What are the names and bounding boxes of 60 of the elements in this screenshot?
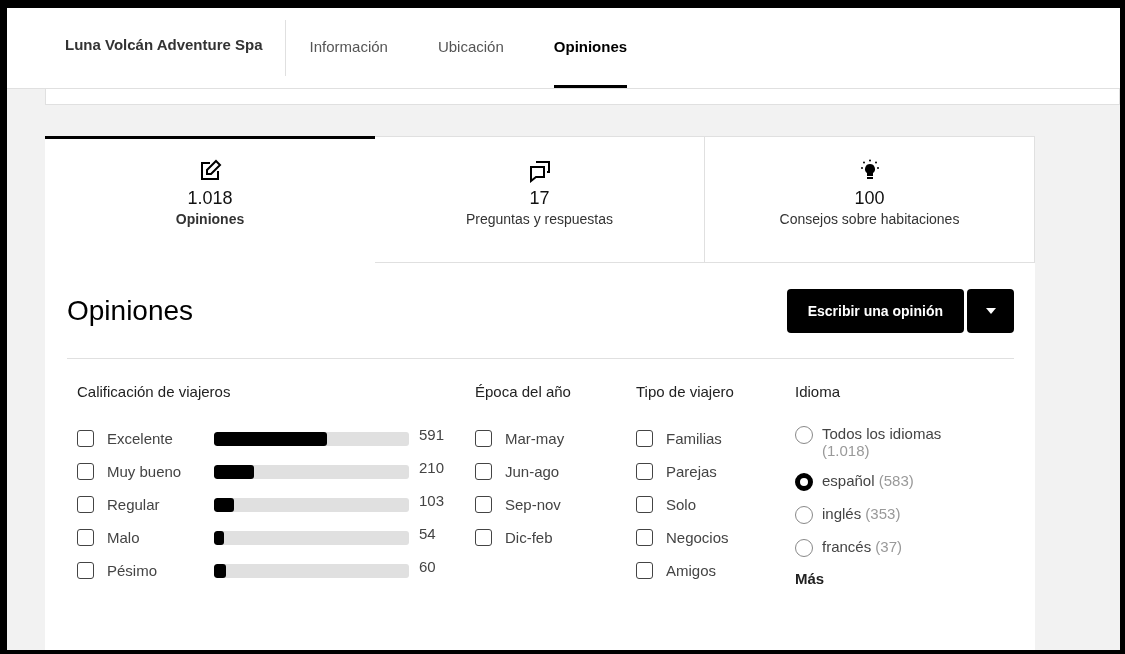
option-label: Familias: [666, 430, 722, 447]
tab-count: 1.018: [187, 188, 233, 209]
summary-tab[interactable]: 100 Consejos sobre habitaciones: [705, 136, 1035, 263]
option-label: Malo: [107, 529, 141, 546]
tab-label: Consejos sobre habitaciones: [779, 211, 960, 227]
checkbox[interactable]: [636, 529, 653, 546]
option-label: Muy bueno: [107, 463, 183, 480]
option-label: Dic-feb: [505, 529, 553, 546]
checkbox[interactable]: [77, 496, 94, 513]
checkbox[interactable]: [475, 529, 492, 546]
checkbox[interactable]: [636, 430, 653, 447]
nav-tab[interactable]: Ubicación: [437, 8, 504, 88]
checkbox[interactable]: [636, 496, 653, 513]
checkbox[interactable]: [77, 430, 94, 447]
option-label: Sep-nov: [505, 496, 561, 513]
option-label: inglés (353): [822, 505, 902, 522]
edit-icon: [198, 159, 222, 183]
tab-count: 17: [529, 188, 550, 209]
hotel-name: Luna Volcán Adventure Spa: [65, 35, 263, 53]
filter-title: Calificación de viajeros: [77, 383, 232, 400]
option-label: Mar-may: [505, 430, 565, 447]
filter-title: Época del año: [475, 383, 572, 400]
option-label: Pésimo: [107, 562, 159, 579]
option-label: Regular: [107, 496, 161, 513]
option-label: Todos los idiomas (1.018): [822, 425, 943, 459]
option-label: Amigos: [666, 562, 717, 579]
dropdown-button[interactable]: [967, 288, 1014, 333]
option-label: español (583): [822, 472, 915, 489]
checkbox[interactable]: [475, 496, 492, 513]
checkbox[interactable]: [77, 529, 94, 546]
write-review-button[interactable]: Escribir una opinión: [786, 288, 964, 333]
option-label: francés (37): [822, 538, 904, 555]
filter-title: Tipo de viajero: [636, 383, 735, 400]
tab-label: Opiniones: [175, 211, 245, 227]
option-label: Parejas: [666, 463, 717, 480]
rating-count: 54: [419, 525, 436, 542]
more-link[interactable]: Más: [795, 570, 825, 587]
checkbox[interactable]: [636, 562, 653, 579]
checkbox[interactable]: [77, 562, 94, 579]
checkbox[interactable]: [475, 430, 492, 447]
caret-icon: [985, 307, 996, 314]
rating-count: 103: [419, 492, 445, 509]
tab-label: Preguntas y respuestas: [465, 211, 614, 227]
rating-count: 60: [419, 558, 436, 575]
option-label: Negocios: [666, 529, 729, 546]
chat-icon: [527, 159, 552, 183]
rating-count: 210: [419, 459, 445, 476]
checkbox[interactable]: [636, 463, 653, 480]
filter-title: Idioma: [795, 383, 842, 400]
rating-count: 591: [419, 426, 445, 443]
checkbox[interactable]: [475, 463, 492, 480]
nav-tab[interactable]: Información: [309, 8, 388, 88]
checkbox[interactable]: [77, 463, 94, 480]
tab-count: 100: [854, 188, 885, 209]
section-heading: Opiniones: [67, 294, 194, 327]
option-label: Solo: [666, 496, 697, 513]
option-label: Jun-ago: [505, 463, 560, 480]
radio-button[interactable]: [795, 473, 813, 491]
summary-tab[interactable]: 17 Preguntas y respuestas: [375, 136, 705, 263]
option-label: Excelente: [107, 430, 174, 447]
